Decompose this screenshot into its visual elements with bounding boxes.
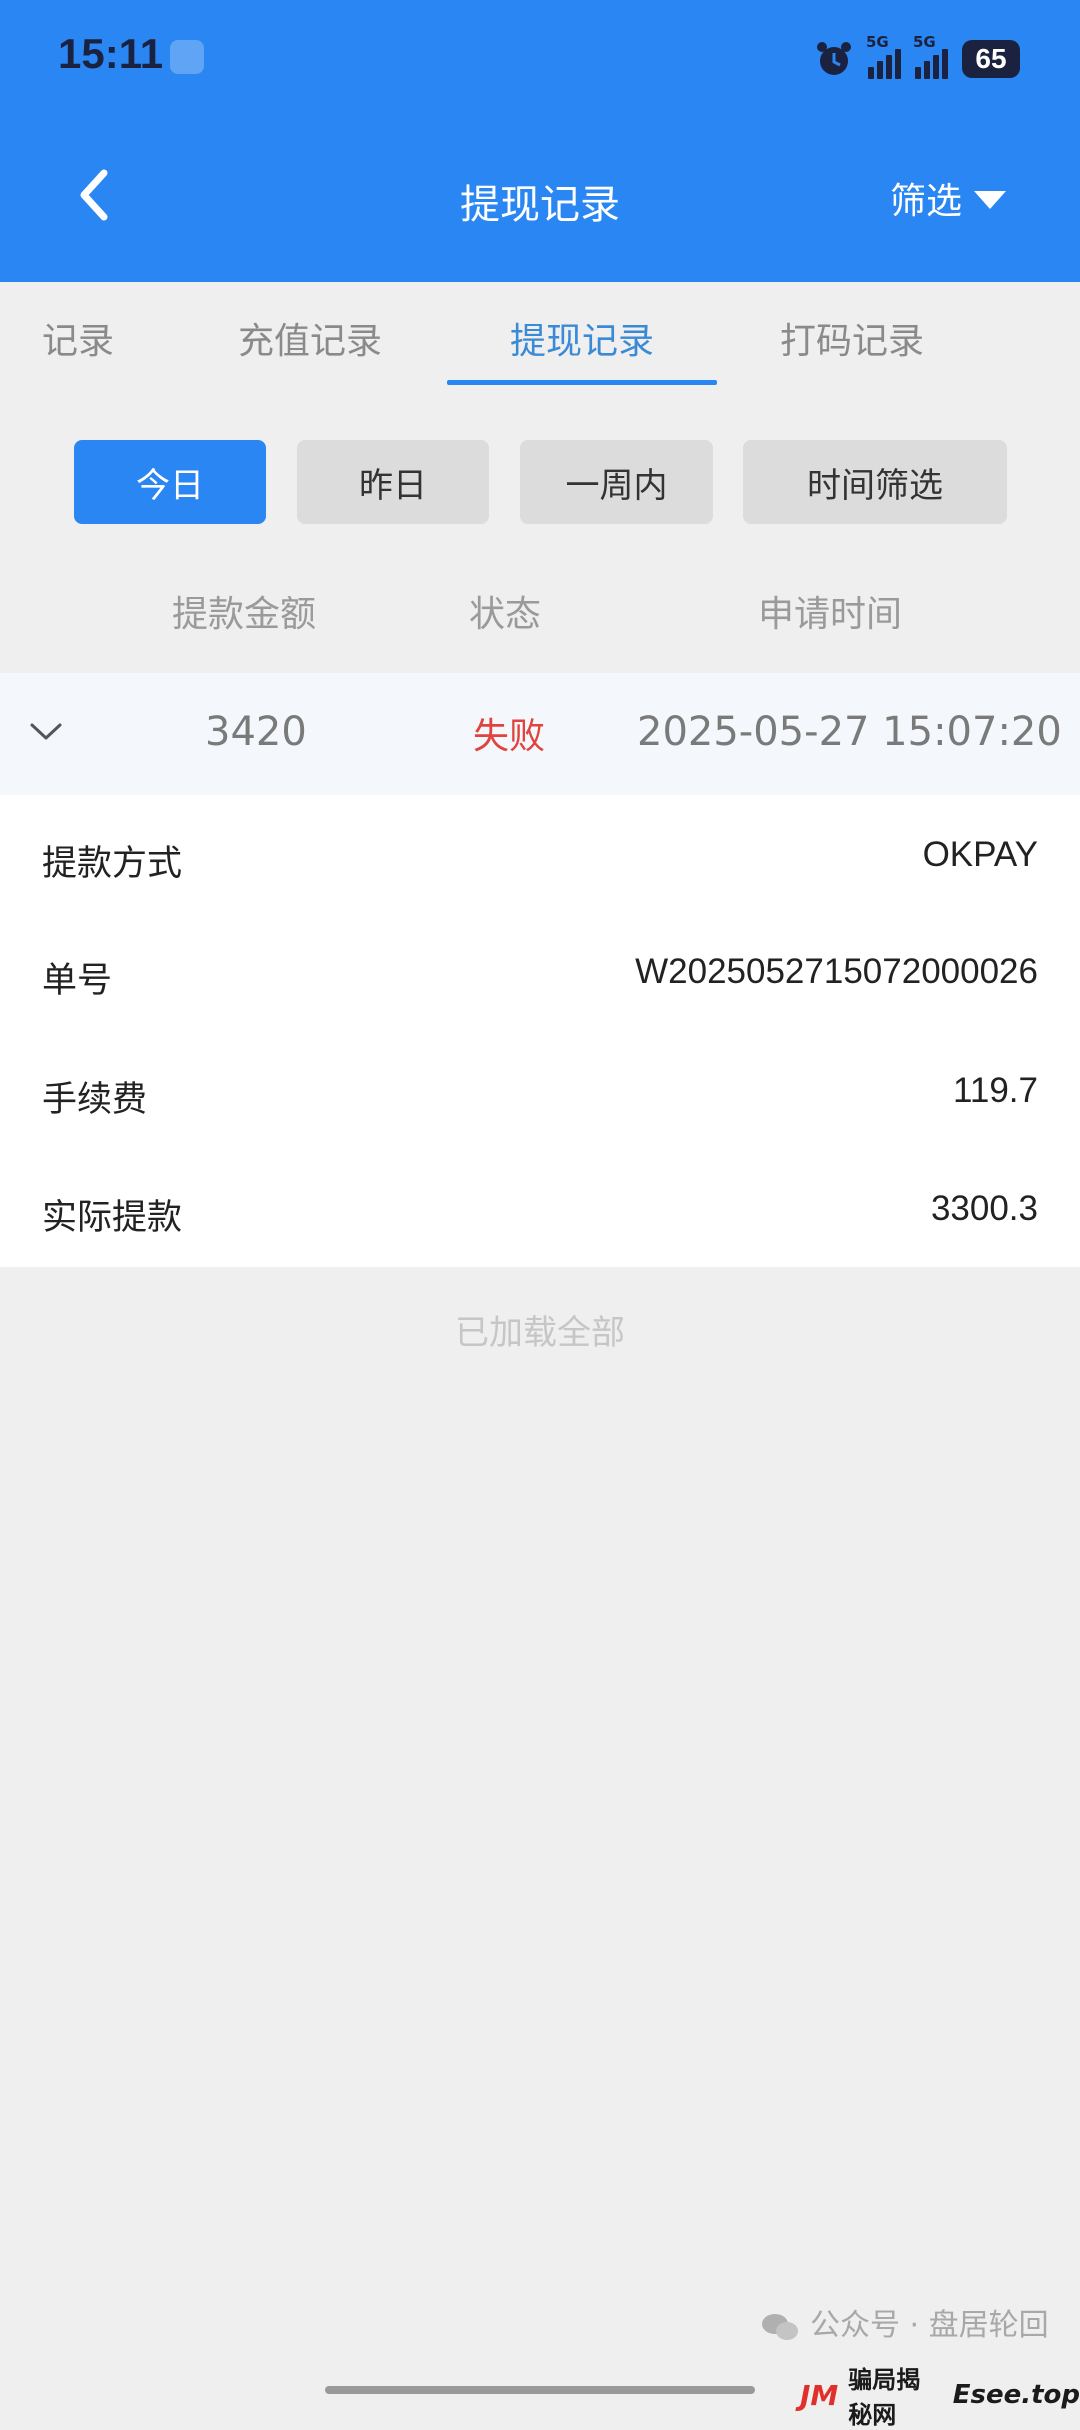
filter-label: 筛选 [889,181,962,222]
battery-indicator: 65 [962,40,1020,78]
watermark-logo: JM [800,2378,839,2412]
watermark-account: 公众号 · 盘居轮回 [810,2308,1049,2343]
watermark-brand: JM 骗局揭秘网 Esee.top [800,2360,1080,2430]
watermark-site: Esee.top [952,2380,1080,2410]
signal-icon-2: 5G [913,33,948,79]
chevron-down-icon[interactable] [28,713,64,749]
tab-betting-records[interactable]: 打码记录 [780,312,924,364]
status-badge: 失败 [473,716,546,757]
app-header: 15:11 5G 5G 65 提现记录 筛选 [0,0,1080,282]
detail-row-fee: 手续费 119.7 [0,1071,1080,1131]
hotspot-icon [170,40,204,74]
home-indicator[interactable] [325,2386,755,2394]
detail-row-method: 提款方式 OKPAY [0,835,1080,895]
column-apply-time: 申请时间 [758,594,903,635]
detail-label: 手续费 [42,1080,148,1120]
wechat-icon [762,2313,798,2340]
filter-button[interactable]: 筛选 [890,172,1006,224]
filter-yesterday[interactable]: 昨日 [297,440,489,524]
tab-records[interactable]: 记录 [42,312,114,364]
detail-label: 提款方式 [42,844,183,884]
detail-label: 单号 [42,961,113,1001]
column-amount: 提款金额 [172,594,317,635]
caret-down-icon [974,191,1006,209]
signal-icon-1: 5G [866,33,901,79]
detail-value: W2025052715072000026 [635,952,1038,991]
column-status: 状态 [469,594,542,635]
record-details: 提款方式 OKPAY 单号 W2025052715072000026 手续费 1… [0,795,1080,1267]
watermark-brand-name: 骗局揭秘网 [848,2366,921,2429]
detail-value: OKPAY [922,835,1038,874]
status-icons: 5G 5G 65 [814,33,1020,84]
record-tabs: 记录 充值记录 提现记录 打码记录 [0,282,1080,390]
filter-week[interactable]: 一周内 [520,440,713,524]
filter-custom-time[interactable]: 时间筛选 [743,440,1007,524]
detail-value: 3300.3 [930,1189,1038,1228]
loaded-all-text: 已加载全部 [455,1313,625,1353]
detail-label: 实际提款 [42,1198,183,1238]
filter-today[interactable]: 今日 [74,440,266,524]
signal-1-label: 5G [866,33,889,51]
active-tab-indicator [447,380,717,385]
tab-withdraw-records[interactable]: 提现记录 [510,312,654,364]
tab-deposit-records[interactable]: 充值记录 [238,312,382,364]
watermark-line: 公众号 · 盘居轮回 [760,2300,1049,2344]
record-apply-time: 2025-05-27 15:07:20 [637,709,1062,755]
record-amount: 3420 [205,709,307,755]
detail-row-order-no: 单号 W2025052715072000026 [0,952,1080,1012]
status-time: 15:11 [58,30,164,77]
detail-row-actual: 实际提款 3300.3 [0,1189,1080,1249]
table-row[interactable]: 3420 失败 2025-05-27 15:07:20 [0,673,1080,795]
detail-value: 119.7 [953,1071,1038,1110]
alarm-icon [817,42,851,75]
signal-2-label: 5G [913,33,936,51]
